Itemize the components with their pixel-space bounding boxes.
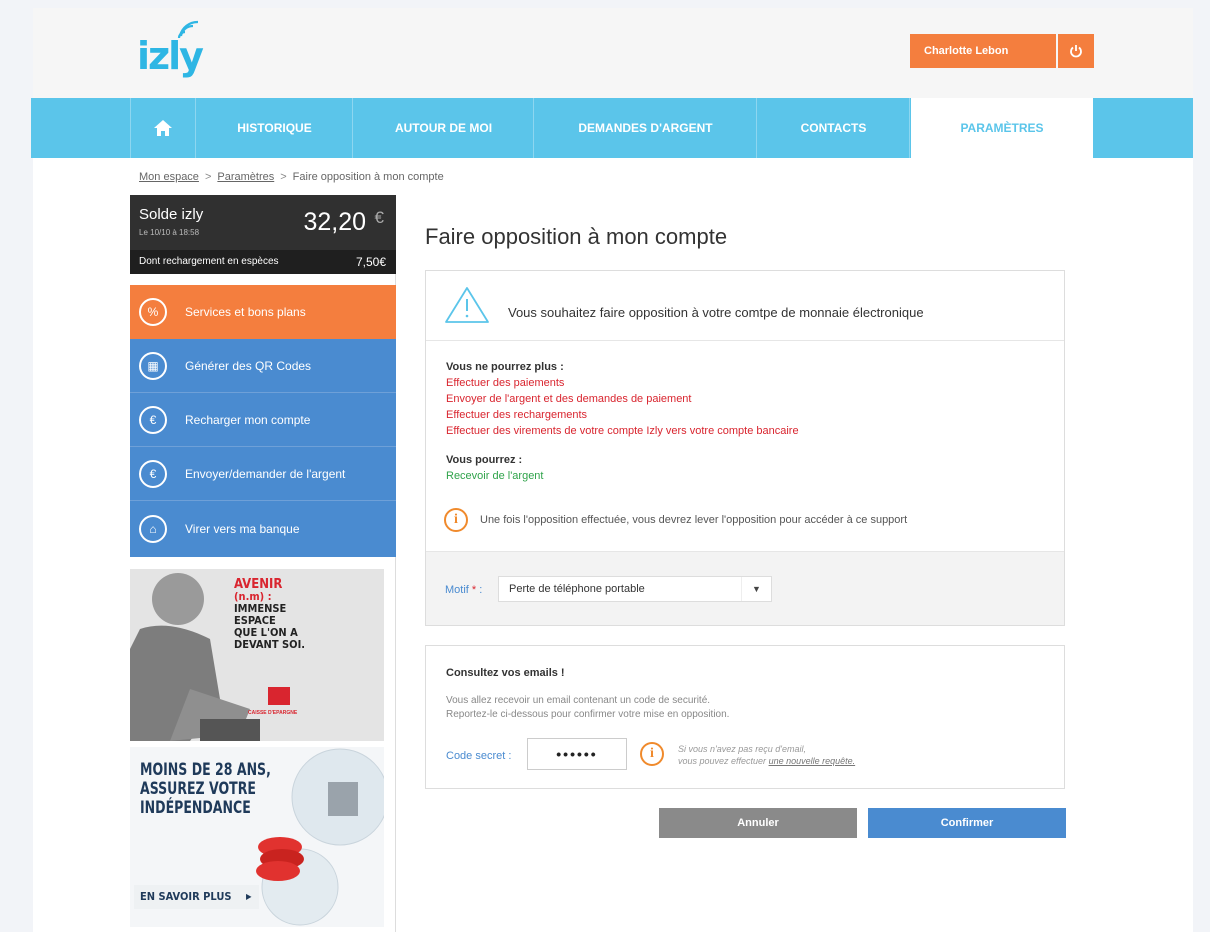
cash-label: Dont rechargement en espèces (139, 256, 279, 267)
bank-icon: ⌂ (139, 515, 167, 543)
breadcrumb-current: Faire opposition à mon compte (292, 171, 444, 183)
nav-historique[interactable]: HISTORIQUE (197, 98, 353, 158)
can-list: Vous pourrez : Recevoir de l'argent (446, 452, 544, 484)
info-icon: i (444, 508, 468, 532)
play-arrow-icon: ▶ (245, 892, 252, 901)
motif-label-text: Motif (445, 584, 469, 596)
motif-select-value: Perte de téléphone portable (509, 583, 645, 595)
balance-amount: 32,20 (303, 208, 366, 236)
code-note-line: vous pouvez effectuer une nouvelle requê… (678, 755, 855, 767)
menu-recharger-compte[interactable]: € Recharger mon compte (130, 393, 396, 447)
breadcrumb-parametres[interactable]: Paramètres (217, 171, 274, 183)
caisse-epargne-logo (268, 687, 290, 705)
cannot-item: Effectuer des paiements (446, 377, 565, 389)
breadcrumb-mon-espace[interactable]: Mon espace (139, 171, 199, 183)
user-account-button[interactable]: Charlotte Lebon (910, 34, 1056, 68)
menu-virer-banque[interactable]: ⌂ Virer vers ma banque (130, 501, 396, 557)
menu-generer-qr-codes[interactable]: ▦ Générer des QR Codes (130, 339, 396, 393)
logout-button[interactable] (1058, 34, 1094, 68)
required-asterisk: * (471, 584, 477, 596)
menu-services-bons-plans[interactable]: % Services et bons plans (130, 285, 396, 339)
email-card-text: Vous allez recevoir un email contenant u… (446, 694, 729, 722)
email-card-text-line: Reportez-le ci-dessous pour confirmer vo… (446, 709, 730, 720)
new-request-link[interactable]: une nouvelle requête. (769, 756, 856, 766)
code-note-line: Si vous n'avez pas reçu d'email, (678, 744, 806, 754)
menu-label: Services et bons plans (185, 305, 306, 319)
cannot-item: Effectuer des virements de votre compte … (446, 425, 799, 437)
opposition-card: Vous souhaitez faire opposition à votre … (425, 270, 1065, 626)
euro-icon: € (139, 459, 167, 488)
cannot-item: Envoyer de l'argent et des demandes de p… (446, 393, 692, 405)
balance-panel: Solde izly Le 10/10 à 18:58 32,20 € (130, 195, 396, 250)
top-bar: izly Charlotte Lebon (33, 8, 1193, 98)
code-secret-input[interactable]: •••••• (527, 738, 627, 770)
warning-triangle-icon (445, 287, 489, 323)
can-title: Vous pourrez : (446, 454, 523, 466)
menu-envoyer-demander-argent[interactable]: € Envoyer/demander de l'argent (130, 447, 396, 501)
cannot-item: Effectuer des rechargements (446, 409, 588, 421)
menu-label: Générer des QR Codes (185, 358, 312, 373)
signal-waves-icon (177, 20, 199, 39)
home-icon (154, 120, 172, 136)
breadcrumb-separator: > (280, 171, 287, 183)
percent-icon: % (139, 298, 167, 326)
sidebar: Solde izly Le 10/10 à 18:58 32,20 € Dont… (130, 195, 396, 932)
breadcrumb-separator: > (204, 171, 212, 183)
motif-label-sep: : (479, 584, 483, 596)
qr-code-icon: ▦ (139, 351, 167, 380)
menu-label: Virer vers ma banque (185, 522, 300, 536)
ad1-line: DEVANT SOI. (234, 638, 306, 651)
motif-area: Motif * : Perte de téléphone portable ▼ (426, 551, 1064, 625)
breadcrumb: Mon espace > Paramètres > Faire opposition à… (139, 171, 444, 183)
ad2-cta-label: EN SAVOIR PLUS (140, 890, 232, 903)
warning-text: Vous souhaitez faire opposition à votre … (508, 305, 924, 320)
main-nav: HISTORIQUE AUTOUR DE MOI DEMANDES D'ARGE… (31, 98, 1193, 158)
cannot-list: Vous ne pourrez plus : Effectuer des pai… (446, 359, 799, 439)
code-note-prefix: vous pouvez effectuer (678, 756, 769, 766)
nav-contacts[interactable]: CONTACTS (758, 98, 910, 158)
info-icon: i (640, 742, 664, 766)
euro-refresh-icon: € (139, 405, 167, 434)
menu-label: Envoyer/demander de l'argent (185, 466, 346, 481)
nav-parametres[interactable]: PARAMÈTRES (911, 98, 1093, 158)
can-item: Recevoir de l'argent (446, 470, 544, 482)
info-text: Une fois l'opposition effectuée, vous de… (480, 514, 908, 526)
ad2-cta-button[interactable]: EN SAVOIR PLUS ▶ (134, 885, 260, 909)
cannot-title: Vous ne pourrez plus : (446, 361, 564, 373)
opposition-card-header: Vous souhaitez faire opposition à votre … (426, 271, 1064, 341)
nav-home[interactable] (130, 98, 196, 158)
power-icon (1070, 45, 1082, 58)
email-card-text-line: Vous allez recevoir un email contenant u… (446, 695, 711, 706)
motif-select[interactable]: Perte de téléphone portable ▼ (498, 576, 772, 602)
ad2-line: ASSUREZ VOTRE (140, 779, 256, 799)
code-secret-label: Code secret : (446, 750, 512, 762)
page-title: Faire opposition à mon compte (425, 224, 728, 249)
ad2-text: MOINS DE 28 ANS, ASSUREZ VOTRE INDÉPENDA… (140, 761, 271, 818)
cash-recharge-row: Dont rechargement en espèces 7,50€ (130, 250, 396, 274)
balance-currency: € (374, 208, 384, 227)
ad2-line: INDÉPENDANCE (140, 798, 251, 818)
email-card-title: Consultez vos emails ! (446, 667, 565, 679)
ad-caisse-epargne[interactable]: AVENIR (n.m) : IMMENSE ESPACE QUE L'ON A… (130, 569, 384, 741)
info-row: i Une fois l'opposition effectuée, vous … (444, 508, 907, 532)
menu-label: Recharger mon compte (185, 412, 311, 427)
nav-demandes-argent[interactable]: DEMANDES D'ARGENT (535, 98, 757, 158)
email-card: Consultez vos emails ! Vous allez recevo… (425, 645, 1065, 789)
cancel-button[interactable]: Annuler (659, 808, 857, 838)
motif-label: Motif * : (445, 584, 482, 596)
ad2-line: MOINS DE 28 ANS, (140, 760, 271, 780)
chevron-down-icon: ▼ (741, 577, 771, 601)
ad1-brand: CAISSE D'EPARGNE (248, 710, 298, 716)
cash-value: 7,50€ (355, 255, 386, 269)
ad-assurance-jeunes[interactable]: MOINS DE 28 ANS, ASSUREZ VOTRE INDÉPENDA… (130, 747, 384, 927)
nav-autour-de-moi[interactable]: AUTOUR DE MOI (354, 98, 534, 158)
izly-logo[interactable]: izly (137, 20, 207, 84)
code-note: Si vous n'avez pas reçu d'email, vous po… (678, 743, 855, 767)
ad1-text: AVENIR (n.m) : IMMENSE ESPACE QUE L'ON A… (234, 578, 306, 651)
page: izly Charlotte Lebon HISTORIQUE AUTOUR D… (31, 8, 1193, 932)
balance-label: Solde izly (139, 206, 204, 223)
confirm-button[interactable]: Confirmer (868, 808, 1066, 838)
balance-date: Le 10/10 à 18:58 (139, 228, 200, 237)
